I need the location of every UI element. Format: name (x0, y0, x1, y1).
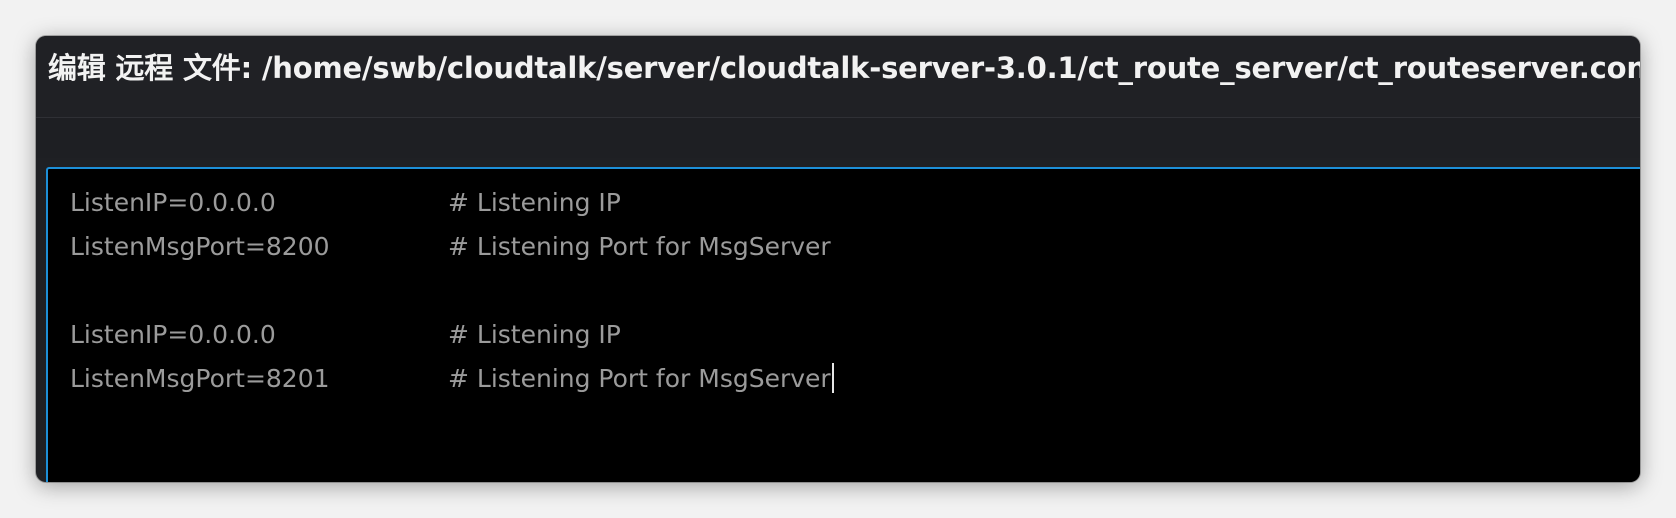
config-key: ListenIP=0.0.0.0 (70, 320, 276, 349)
config-key: ListenMsgPort=8201 (70, 364, 330, 393)
editor-line-2[interactable]: ListenMsgPort=8200 # Listening Port for … (70, 225, 1640, 269)
text-editor[interactable]: ListenIP=0.0.0.0 # Listening IP ListenMs… (46, 167, 1640, 482)
editor-lines: ListenIP=0.0.0.0 # Listening IP ListenMs… (70, 181, 1640, 401)
config-comment: # Listening IP (448, 320, 621, 349)
window-title: 编辑 远程 文件: /home/swb/cloudtalk/server/clo… (48, 51, 1640, 85)
editor-line-5[interactable]: ListenMsgPort=8201 # Listening Port for … (70, 357, 1640, 401)
editor-line-4[interactable]: ListenIP=0.0.0.0 # Listening IP (70, 313, 1640, 357)
config-key: ListenMsgPort=8200 (70, 232, 330, 261)
editor-line-1[interactable]: ListenIP=0.0.0.0 # Listening IP (70, 181, 1640, 225)
config-key: ListenIP=0.0.0.0 (70, 188, 276, 217)
config-comment-text: # Listening Port for MsgServer (448, 364, 831, 393)
config-comment: # Listening Port for MsgServer (448, 357, 834, 401)
title-bar[interactable]: 编辑 远程 文件: /home/swb/cloudtalk/server/clo… (36, 36, 1640, 118)
editor-line-3[interactable] (70, 269, 1640, 313)
toolbar (36, 118, 1640, 158)
config-comment: # Listening IP (448, 188, 621, 217)
config-comment: # Listening Port for MsgServer (448, 232, 831, 261)
text-caret (831, 363, 834, 393)
edit-remote-file-window: 编辑 远程 文件: /home/swb/cloudtalk/server/clo… (36, 36, 1640, 482)
